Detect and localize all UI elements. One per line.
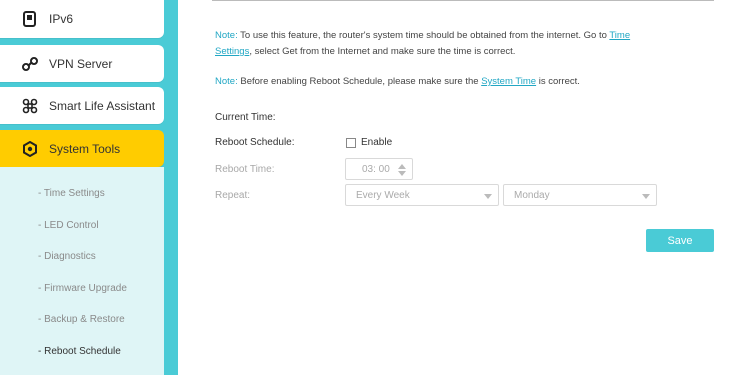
reboot-time-label: Reboot Time: — [215, 164, 275, 175]
sidebar-subitem-firmware-upgrade[interactable]: - Firmware Upgrade — [38, 283, 127, 294]
reboot-schedule-label: Reboot Schedule: — [215, 137, 295, 148]
note-text: , select Get from the Internet and make … — [249, 46, 516, 57]
divider — [212, 0, 714, 1]
enable-label[interactable]: Enable — [361, 137, 392, 148]
sidebar-item-smart-life-assistant[interactable]: Smart Life Assistant — [0, 87, 164, 124]
note-tag: Note: — [215, 76, 238, 87]
chevron-down-icon — [484, 194, 492, 199]
note-tag: Note: — [215, 30, 238, 41]
note-text: Before enabling Reboot Schedule, please … — [237, 76, 482, 87]
sidebar-item-label: System Tools — [49, 141, 121, 156]
sidebar-subitem-time-settings[interactable]: - Time Settings — [38, 188, 105, 199]
sidebar-item-vpn-server[interactable]: VPN Server — [0, 45, 164, 82]
spin-down-icon[interactable] — [398, 171, 406, 176]
sidebar-item-label: Smart Life Assistant — [49, 98, 156, 113]
chevron-down-icon — [642, 194, 650, 199]
note-system-time: Note: Before enabling Reboot Schedule, p… — [215, 74, 715, 90]
reboot-time-value: 03: 00 — [362, 164, 390, 175]
note-time-settings: Note: To use this feature, the router's … — [215, 28, 715, 60]
day-select[interactable]: Monday — [503, 184, 657, 206]
repeat-select[interactable]: Every Week — [345, 184, 499, 206]
repeat-label: Repeat: — [215, 190, 251, 201]
day-select-value: Monday — [514, 190, 550, 201]
note-text: To use this feature, the router's system… — [237, 30, 610, 41]
time-settings-link-cont[interactable]: Settings — [215, 46, 249, 57]
sidebar-item-ipv6[interactable]: IPv6 — [0, 0, 164, 38]
note-text: is correct. — [536, 76, 580, 87]
sidebar-subitem-led-control[interactable]: - LED Control — [38, 220, 99, 231]
sidebar-subitem-backup-restore[interactable]: - Backup & Restore — [38, 314, 125, 325]
sidebar-subitem-reboot-schedule[interactable]: - Reboot Schedule — [38, 346, 121, 357]
gear-icon — [22, 140, 38, 157]
command-icon — [22, 98, 38, 114]
system-time-link[interactable]: System Time — [481, 76, 536, 87]
sidebar-item-label: IPv6 — [49, 12, 74, 26]
sidebar-item-system-tools[interactable]: System Tools — [0, 130, 164, 167]
sidebar: IPv6 VPN Server Smart Life Assistant Sys… — [0, 0, 178, 375]
spin-up-icon[interactable] — [398, 164, 406, 169]
enable-checkbox[interactable] — [346, 138, 356, 148]
submenu: - Time Settings - LED Control - Diagnost… — [0, 167, 164, 375]
reboot-time-stepper[interactable]: 03: 00 — [345, 158, 413, 180]
current-time-label: Current Time: — [215, 112, 276, 123]
document-icon — [22, 11, 38, 27]
save-button[interactable]: Save — [646, 229, 714, 252]
sidebar-item-label: VPN Server — [49, 56, 113, 71]
repeat-select-value: Every Week — [356, 190, 410, 201]
time-settings-link[interactable]: Time — [609, 30, 630, 41]
sidebar-subitem-diagnostics[interactable]: - Diagnostics — [38, 251, 96, 262]
link-icon — [22, 56, 38, 72]
